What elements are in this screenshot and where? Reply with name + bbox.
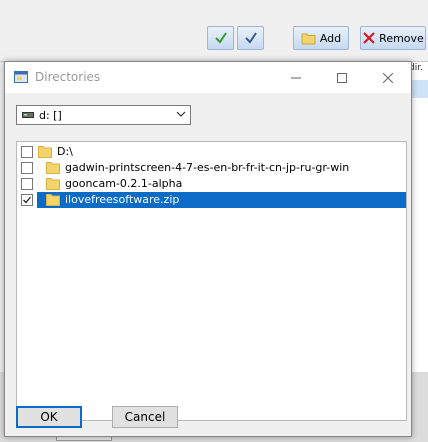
dialog-titlebar: Directories [5, 62, 411, 93]
tree-row-label: gooncam-0.2.1-alpha [65, 177, 183, 190]
confirm-check-button[interactable] [207, 26, 234, 50]
minimize-button[interactable] [273, 62, 319, 93]
minimize-icon [291, 77, 301, 78]
tree-checkbox[interactable] [21, 178, 33, 190]
tree-checkbox[interactable] [21, 162, 33, 174]
tree-checkbox-checked[interactable] [21, 194, 33, 206]
maximize-button[interactable] [319, 62, 365, 93]
folder-icon [46, 162, 60, 174]
checkmark-icon [23, 196, 32, 204]
add-button-label: Add [319, 31, 342, 45]
check-all-button[interactable] [237, 26, 264, 50]
close-icon [383, 72, 393, 83]
remove-x-icon [363, 32, 375, 44]
folder-icon [38, 146, 52, 158]
tree-checkbox[interactable] [21, 146, 33, 158]
tree-row-label: D:\ [57, 145, 73, 158]
maximize-icon [337, 72, 347, 83]
chevron-down-icon [176, 111, 186, 117]
add-button[interactable]: Add [293, 26, 349, 50]
tree-row-label: ilovefreesoftware.zip [65, 193, 180, 206]
directories-dialog: Directories d: [] D:\ gadwin-printscreen… [4, 61, 412, 437]
folder-icon [46, 178, 60, 190]
drive-icon [22, 112, 34, 118]
dialog-title: Directories [35, 70, 101, 84]
app-window-icon [14, 71, 28, 83]
cancel-button[interactable]: Cancel [112, 406, 178, 428]
folder-icon [46, 194, 60, 206]
check-icon [214, 32, 227, 44]
directory-tree[interactable]: D:\ gadwin-printscreen-4-7-es-en-br-fr-i… [16, 141, 407, 421]
drive-dropdown[interactable]: d: [] [16, 105, 191, 125]
check-icon [244, 32, 257, 44]
tree-row-drive-root[interactable]: D:\ [17, 144, 406, 160]
remove-button-label: Remove [379, 31, 424, 45]
ok-button[interactable]: OK [16, 406, 82, 428]
tree-row-selected[interactable]: ilovefreesoftware.zip [17, 192, 406, 208]
folder-open-icon [301, 33, 316, 44]
tree-row-folder[interactable]: gooncam-0.2.1-alpha [17, 176, 406, 192]
remove-button[interactable]: Remove [360, 26, 426, 50]
tree-row-label: gadwin-printscreen-4-7-es-en-br-fr-it-cn… [65, 161, 350, 174]
tree-row-folder[interactable]: gadwin-printscreen-4-7-es-en-br-fr-it-cn… [17, 160, 406, 176]
drive-dropdown-value: d: [] [39, 109, 62, 122]
close-button[interactable] [365, 62, 411, 93]
